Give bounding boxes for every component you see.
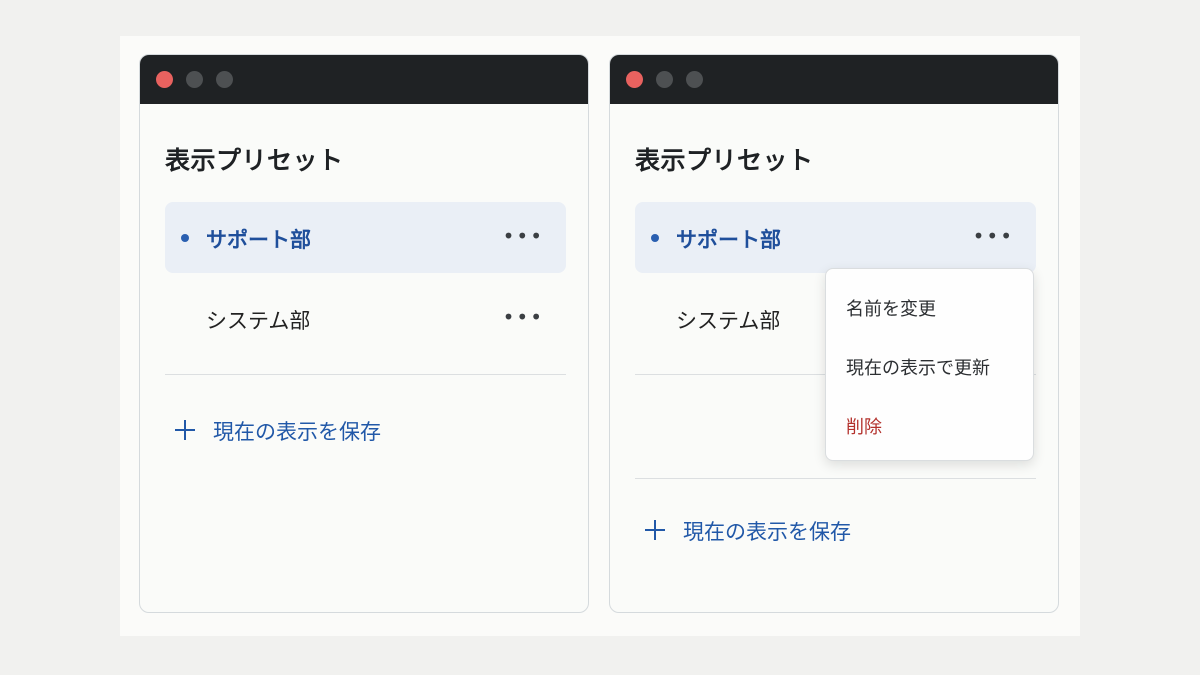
menu-item-delete[interactable]: 削除 <box>846 413 882 439</box>
save-current-view-label: 現在の表示を保存 <box>213 420 381 444</box>
minimize-window-dot-icon[interactable] <box>186 71 203 88</box>
menu-item-rename[interactable]: 名前を変更 <box>846 295 936 321</box>
close-window-dot-icon[interactable] <box>156 71 173 88</box>
zoom-window-dot-icon[interactable] <box>216 71 233 88</box>
more-options-icon[interactable]: ••• <box>503 307 544 327</box>
more-options-icon[interactable]: ••• <box>503 226 544 246</box>
minimize-window-dot-icon[interactable] <box>656 71 673 88</box>
save-current-view-button[interactable]: 現在の表示を保存 <box>635 513 935 549</box>
preset-window-menu-open: 表示プリセット サポート部 ••• システム部 現在の表示を保存 名前を変更 現… <box>609 54 1059 613</box>
preset-item-support[interactable]: サポート部 ••• <box>165 202 566 273</box>
preset-window-default: 表示プリセット サポート部 ••• システム部 ••• 現在の表示を保存 <box>139 54 589 613</box>
active-bullet-icon <box>181 234 189 242</box>
preset-label: システム部 <box>206 309 311 333</box>
preset-context-menu: 名前を変更 現在の表示で更新 削除 <box>825 268 1034 461</box>
divider <box>165 374 566 375</box>
save-current-view-button[interactable]: 現在の表示を保存 <box>165 413 465 449</box>
panel-title: 表示プリセット <box>635 146 814 175</box>
divider <box>635 478 1036 479</box>
zoom-window-dot-icon[interactable] <box>686 71 703 88</box>
active-bullet-icon <box>651 234 659 242</box>
preset-label: サポート部 <box>676 228 781 252</box>
preset-label: システム部 <box>676 309 781 333</box>
window-titlebar <box>140 55 588 104</box>
panel-title: 表示プリセット <box>165 146 344 175</box>
plus-icon <box>645 520 665 540</box>
more-options-icon[interactable]: ••• <box>973 226 1014 246</box>
menu-item-update-with-current-view[interactable]: 現在の表示で更新 <box>846 354 990 380</box>
save-current-view-label: 現在の表示を保存 <box>683 520 851 544</box>
window-titlebar <box>610 55 1058 104</box>
close-window-dot-icon[interactable] <box>626 71 643 88</box>
plus-icon <box>175 420 195 440</box>
preset-label: サポート部 <box>206 228 311 252</box>
preset-item-system[interactable]: システム部 ••• <box>165 283 566 354</box>
preset-item-support[interactable]: サポート部 ••• <box>635 202 1036 273</box>
